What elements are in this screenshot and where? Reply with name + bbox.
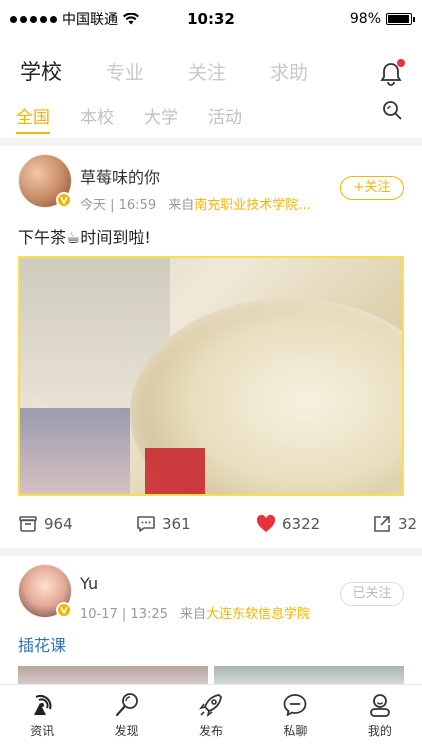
share-icon <box>374 516 390 532</box>
post-actions: 964 361 6322 32 <box>0 514 422 544</box>
signal-icon <box>10 15 57 23</box>
like-count: 6322 <box>282 515 321 533</box>
subtab-my-school[interactable]: 本校 <box>80 103 114 128</box>
post-photo[interactable] <box>18 256 404 496</box>
thumbnail-image[interactable] <box>214 666 404 686</box>
subtab-activity[interactable]: 活动 <box>208 103 242 128</box>
user-name[interactable]: Yu <box>80 574 98 593</box>
school-link[interactable]: 大连东软信息学院 <box>206 607 310 622</box>
nav-news[interactable]: 资讯 <box>0 685 84 750</box>
post-divider <box>0 548 422 556</box>
user-icon <box>369 694 390 717</box>
comment-icon <box>137 516 155 532</box>
carrier-name: 中国联通 <box>62 12 118 28</box>
from-label: 来自 <box>168 198 195 213</box>
share-count: 32 <box>398 515 418 533</box>
post-text: 下午茶☕时间到啦! <box>18 228 151 247</box>
post-text[interactable]: 插花课 <box>18 632 66 656</box>
notification-button[interactable] <box>380 59 405 86</box>
comment-count: 361 <box>162 515 191 533</box>
follow-button[interactable]: +关注 <box>340 176 404 200</box>
verified-badge-icon <box>56 602 72 618</box>
school-link[interactable]: 南充职业技术学院... <box>194 198 310 213</box>
box-icon <box>19 516 37 532</box>
post-time: 今天 | 16:59 <box>80 198 157 213</box>
photo-cup-label <box>145 448 205 494</box>
heart-icon <box>256 514 276 532</box>
nav-label: 私聊 <box>283 724 308 738</box>
magnifier-icon <box>115 693 138 717</box>
search-icon <box>383 101 402 120</box>
chat-bubble-icon <box>284 694 307 716</box>
from-label: 来自 <box>180 607 207 622</box>
post-thumbnails <box>18 666 404 686</box>
status-right: 98% <box>349 11 415 27</box>
section-divider <box>0 138 422 146</box>
nav-profile[interactable]: 我的 <box>338 685 422 750</box>
wifi-icon <box>123 13 139 25</box>
post-time: 10-17 | 13:25 <box>80 607 168 622</box>
rocket-icon <box>199 694 222 717</box>
tab-following[interactable]: 关注 <box>188 58 226 85</box>
nav-label: 发现 <box>114 724 139 738</box>
status-bar: 中国联通 10:32 98% <box>0 0 422 38</box>
nav-label: 我的 <box>367 724 392 738</box>
comment-button[interactable]: 361 <box>136 514 191 534</box>
nav-messages[interactable]: 私聊 <box>253 685 337 750</box>
post-card[interactable]: 草莓味的你 今天 | 16:59 来自南充职业技术学院... +关注 下午茶☕时… <box>0 146 422 554</box>
nav-publish[interactable]: 发布 <box>169 685 253 750</box>
verified-badge-icon <box>56 192 72 208</box>
nav-label: 资讯 <box>30 724 55 738</box>
post-meta: 10-17 | 13:25 来自大连东软信息学院 <box>80 603 310 622</box>
tab-help[interactable]: 求助 <box>270 58 308 85</box>
tab-school[interactable]: 学校 <box>20 56 62 86</box>
followed-button[interactable]: 已关注 <box>340 582 404 606</box>
status-left: 中国联通 <box>10 9 139 29</box>
search-button[interactable] <box>382 100 402 120</box>
bottom-nav: 资讯 发现 发布 私聊 我的 <box>0 684 422 750</box>
save-count: 964 <box>44 515 73 533</box>
post-meta: 今天 | 16:59 来自南充职业技术学院... <box>80 194 311 213</box>
post-card[interactable]: Yu 10-17 | 13:25 来自大连东软信息学院 已关注 插花课 <box>0 556 422 684</box>
like-button[interactable]: 6322 <box>256 514 320 534</box>
photo-background <box>20 408 130 494</box>
satellite-icon <box>34 694 52 715</box>
share-button[interactable]: 32 <box>372 514 417 534</box>
battery-icon <box>386 13 415 25</box>
subtab-national[interactable]: 全国 <box>16 103 50 134</box>
sub-tabs: 全国 本校 大学 活动 <box>16 103 242 134</box>
battery-percent: 98% <box>349 11 381 27</box>
subtab-university[interactable]: 大学 <box>144 103 178 128</box>
thumbnail-image[interactable] <box>18 666 208 686</box>
top-tabs: 学校 专业 关注 求助 <box>20 56 308 86</box>
nav-discover[interactable]: 发现 <box>84 685 168 750</box>
save-button[interactable]: 964 <box>18 514 73 534</box>
nav-label: 发布 <box>199 724 224 738</box>
notification-dot <box>397 59 405 67</box>
user-name[interactable]: 草莓味的你 <box>80 164 160 188</box>
tab-major[interactable]: 专业 <box>106 58 144 85</box>
